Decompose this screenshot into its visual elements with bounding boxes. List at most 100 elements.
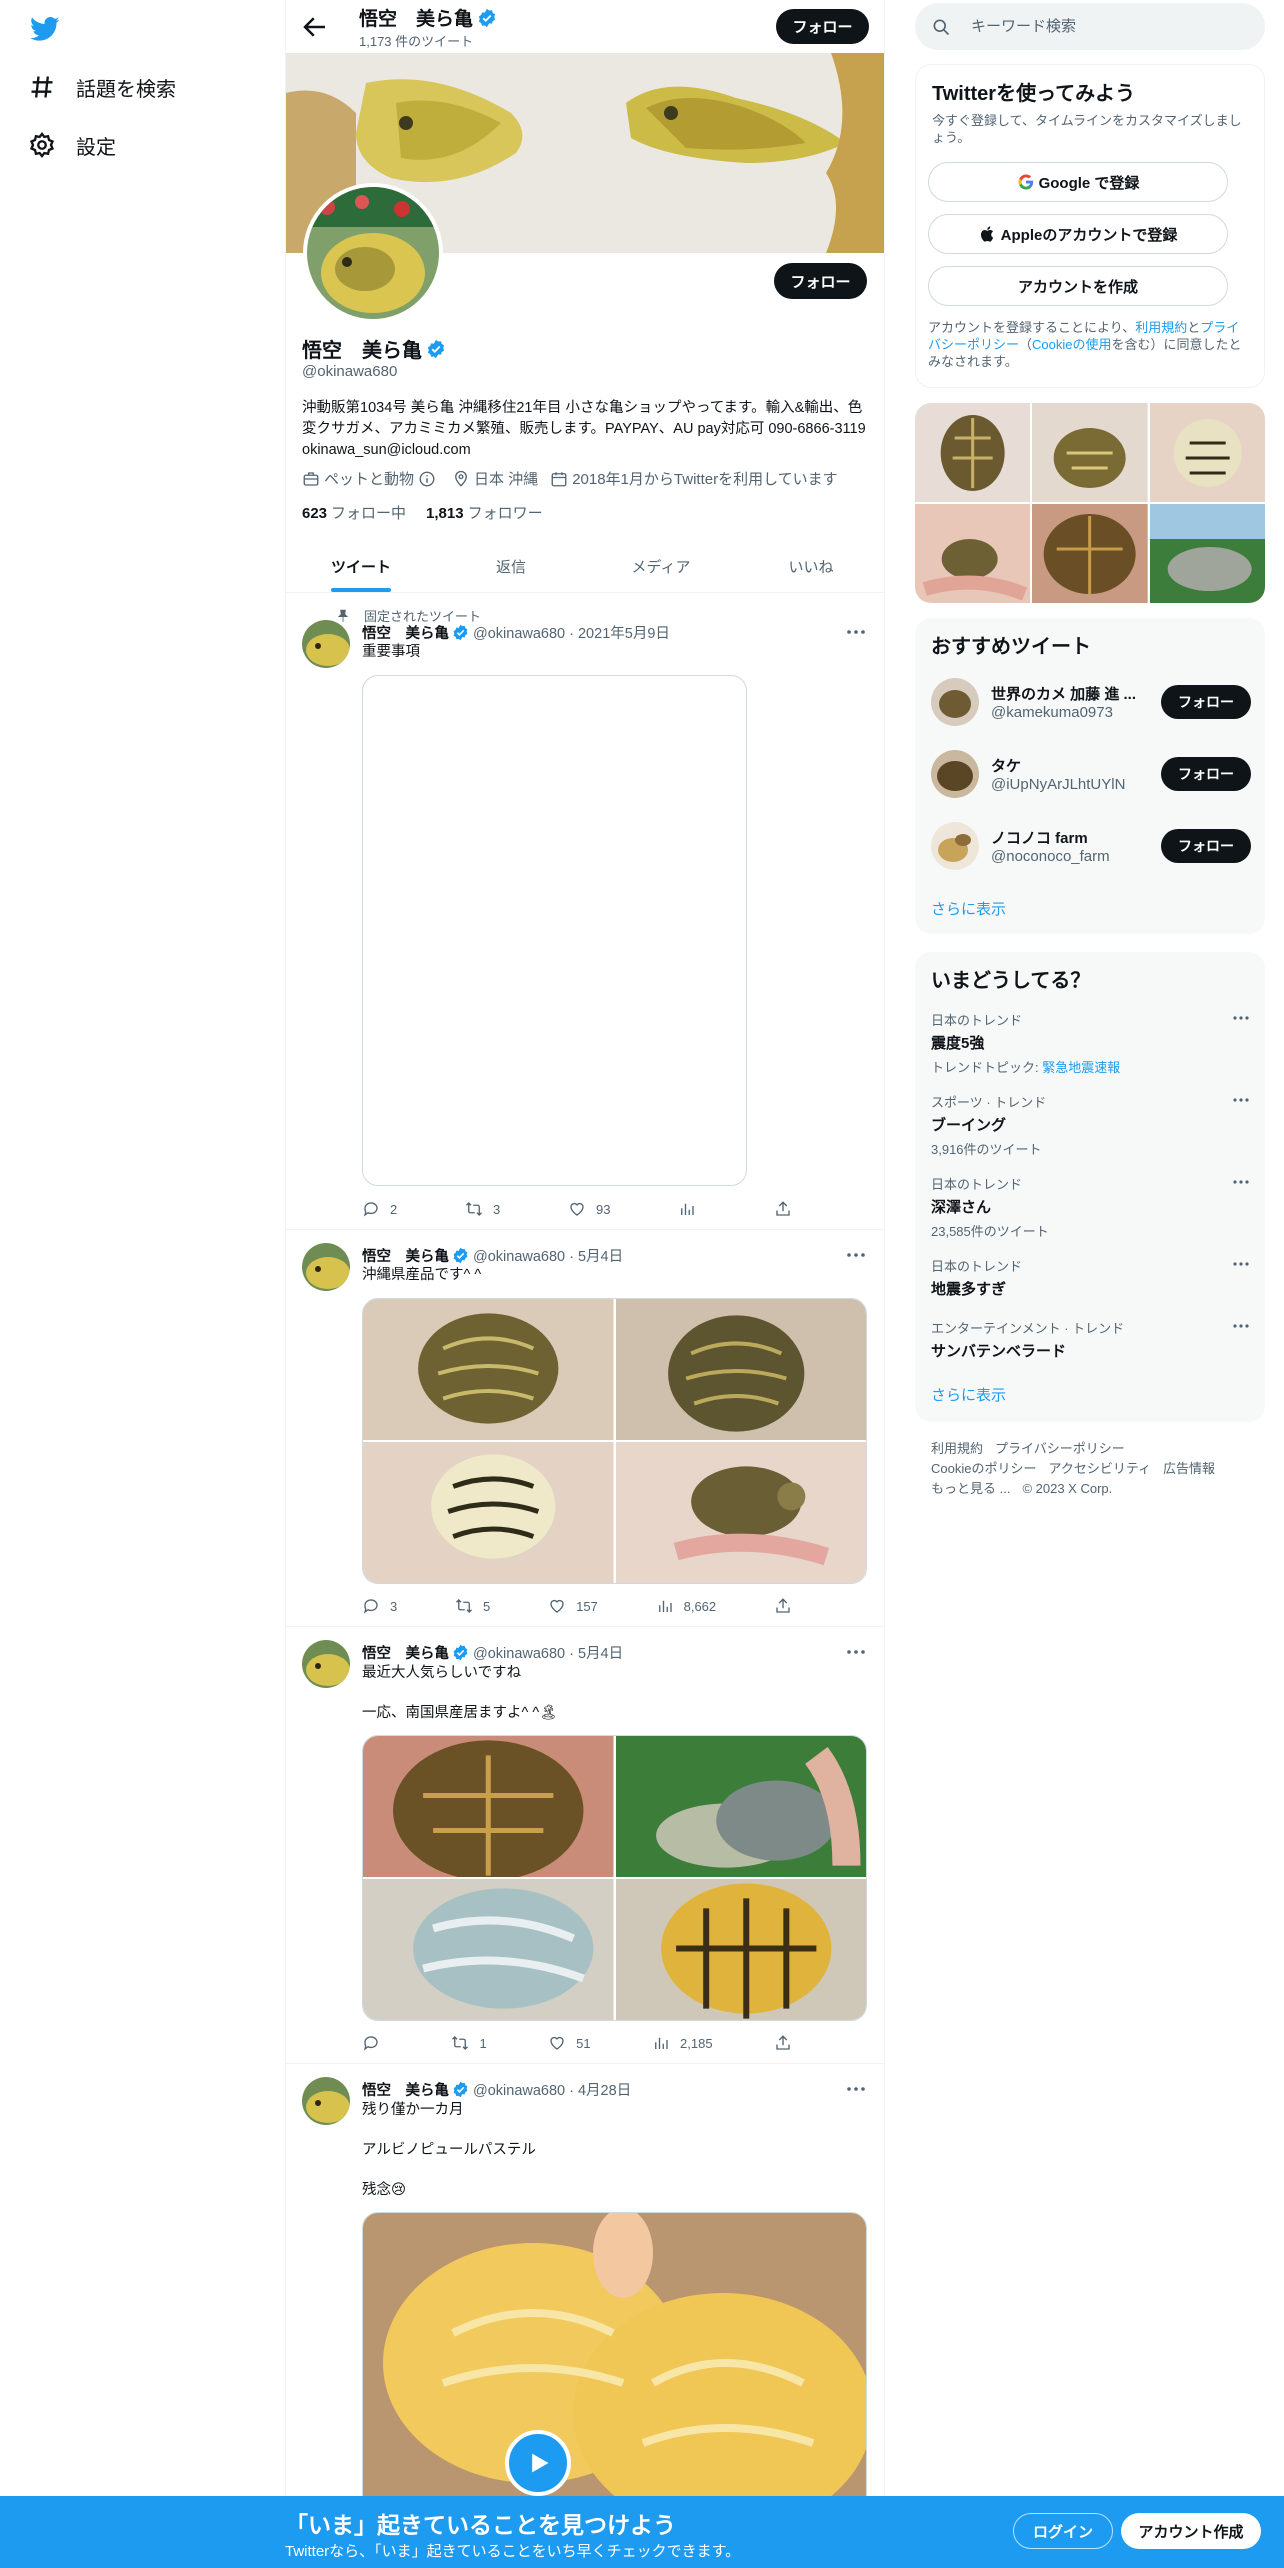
photo-thumbnail[interactable] (1032, 504, 1148, 603)
tweet-meta[interactable]: @okinawa680 · 5月4日 (473, 1245, 623, 1266)
header-follow-button[interactable]: フォロー (776, 9, 869, 44)
tab-likes[interactable]: いいね (736, 540, 884, 592)
trend-item[interactable]: 日本のトレンド 震度5強 トレンドトピック: 緊急地震速報 (931, 1010, 1251, 1076)
login-button[interactable]: ログイン (1013, 2513, 1113, 2549)
nav-settings[interactable]: 設定 (28, 125, 116, 165)
tab-tweets[interactable]: ツイート (286, 540, 436, 592)
follow-button[interactable]: フォロー (774, 263, 867, 299)
photo-thumbnail[interactable] (1149, 403, 1265, 502)
retweet-button[interactable]: 3 (465, 1200, 500, 1218)
signup-button[interactable]: アカウント作成 (1121, 2513, 1261, 2549)
search-input[interactable] (971, 18, 1231, 35)
tweet-avatar[interactable] (302, 620, 350, 668)
footer-cookie-link[interactable]: Cookieのポリシー (931, 1461, 1036, 1476)
tweet-embed-card[interactable] (362, 675, 747, 1186)
more-options-icon[interactable] (1231, 1092, 1251, 1108)
tweet-meta[interactable]: @okinawa680 · 2021年5月9日 (473, 622, 670, 643)
profile-avatar[interactable] (303, 183, 443, 323)
tweet-photo[interactable] (615, 1442, 866, 1583)
trend-topic-link[interactable]: 緊急地震速報 (1042, 1060, 1120, 1075)
views-button[interactable]: 2,185 (652, 2034, 713, 2052)
footer-more-link[interactable]: もっと見る ... (931, 1481, 1010, 1496)
reply-button[interactable]: 3 (362, 1597, 397, 1615)
photo-thumbnail[interactable] (1032, 403, 1148, 502)
suggested-user-avatar[interactable] (931, 822, 979, 870)
search-bar[interactable] (915, 3, 1265, 50)
more-options-icon[interactable] (844, 622, 868, 642)
more-options-icon[interactable] (1231, 1010, 1251, 1026)
tweet-photo[interactable] (363, 1736, 614, 1877)
trend-item[interactable]: 日本のトレンド 深澤さん 23,585件のツイート (931, 1174, 1251, 1240)
reply-button[interactable]: 2 (362, 1200, 397, 1218)
share-button[interactable] (774, 2034, 802, 2052)
suggested-user[interactable]: タケ @iUpNyArJLhtUYlN フォロー (931, 750, 1251, 798)
followers-link[interactable]: 1,813 フォロワー (426, 502, 543, 523)
cookie-use-link[interactable]: Cookieの使用 (1032, 337, 1111, 352)
like-button[interactable]: 93 (568, 1200, 610, 1218)
suggested-user-avatar[interactable] (931, 678, 979, 726)
tweet-photo[interactable] (615, 1736, 866, 1877)
like-button[interactable]: 51 (548, 2034, 591, 2052)
views-button[interactable] (678, 1200, 706, 1218)
more-options-icon[interactable] (844, 1642, 868, 1662)
footer-ads-link[interactable]: 広告情報 (1163, 1461, 1215, 1476)
trend-item[interactable]: エンターテインメント · トレンド サンバテンベラード (931, 1318, 1251, 1361)
more-options-icon[interactable] (1231, 1174, 1251, 1190)
following-link[interactable]: 623 フォロー中 (302, 502, 406, 523)
tab-media[interactable]: メディア (586, 540, 736, 592)
trends-show-more[interactable]: さらに表示 (931, 1384, 1006, 1405)
tweet-author-name[interactable]: 悟空 美ら亀 (362, 2079, 449, 2100)
nav-explore[interactable]: 話題を検索 (28, 67, 176, 107)
footer-accessibility-link[interactable]: アクセシビリティ (1048, 1461, 1151, 1476)
tweet-author-name[interactable]: 悟空 美ら亀 (362, 1642, 449, 1663)
play-button[interactable] (505, 2430, 571, 2496)
suggested-follow-button[interactable]: フォロー (1161, 829, 1251, 863)
tweet-media-grid[interactable] (362, 1298, 867, 1584)
share-button[interactable] (774, 1597, 802, 1615)
share-button[interactable] (774, 1200, 802, 1218)
back-arrow-icon[interactable] (300, 12, 330, 42)
trend-item[interactable]: スポーツ · トレンド ブーイング 3,916件のツイート (931, 1092, 1251, 1158)
suggested-user[interactable]: 世界のカメ 加藤 進 ... @kamekuma0973 フォロー (931, 678, 1251, 726)
trend-item[interactable]: 日本のトレンド 地震多すぎ (931, 1256, 1251, 1299)
suggested-user[interactable]: ノコノコ farm @noconoco_farm フォロー (931, 822, 1251, 870)
reply-button[interactable] (362, 2034, 390, 2052)
tweet-photo[interactable] (615, 1299, 866, 1440)
footer-privacy-link[interactable]: プライバシーポリシー (995, 1441, 1125, 1456)
tweet-meta[interactable]: @okinawa680 · 4月28日 (473, 2079, 631, 2100)
suggested-follow-button[interactable]: フォロー (1161, 757, 1251, 791)
who-to-follow-show-more[interactable]: さらに表示 (931, 898, 1006, 919)
retweet-button[interactable]: 5 (455, 1597, 490, 1615)
apple-signup-button[interactable]: Appleのアカウントで登録 (928, 214, 1228, 254)
twitter-bird-icon[interactable] (28, 14, 62, 44)
tweet-photo[interactable] (615, 1879, 866, 2020)
tweet-author-name[interactable]: 悟空 美ら亀 (362, 622, 449, 643)
more-options-icon[interactable] (844, 2079, 868, 2099)
tab-replies[interactable]: 返信 (436, 540, 586, 592)
tweet-author-name[interactable]: 悟空 美ら亀 (362, 1245, 449, 1266)
info-icon[interactable] (418, 470, 436, 488)
retweet-button[interactable]: 1 (451, 2034, 487, 2052)
terms-of-service-link[interactable]: 利用規約 (1135, 320, 1187, 335)
footer-terms-link[interactable]: 利用規約 (931, 1441, 983, 1456)
views-button[interactable]: 8,662 (656, 1597, 716, 1615)
suggested-user-avatar[interactable] (931, 750, 979, 798)
like-button[interactable]: 157 (548, 1597, 598, 1615)
tweet-photo[interactable] (363, 1442, 614, 1583)
photo-thumbnail[interactable] (915, 504, 1031, 603)
tweet-avatar[interactable] (302, 2077, 350, 2125)
photo-thumbnail[interactable] (915, 403, 1031, 502)
tweet-meta[interactable]: @okinawa680 · 5月4日 (473, 1642, 623, 1663)
more-options-icon[interactable] (1231, 1318, 1251, 1334)
photo-thumbnail[interactable] (1149, 504, 1265, 603)
more-options-icon[interactable] (1231, 1256, 1251, 1272)
suggested-follow-button[interactable]: フォロー (1161, 685, 1251, 719)
tweet-avatar[interactable] (302, 1640, 350, 1688)
tweet-photo[interactable] (363, 1299, 614, 1440)
tweet-photo[interactable] (363, 1879, 614, 2020)
create-account-button[interactable]: アカウントを作成 (928, 266, 1228, 306)
google-signup-button[interactable]: Google で登録 (928, 162, 1228, 202)
tweet-media-grid[interactable] (362, 1735, 867, 2021)
more-options-icon[interactable] (844, 1245, 868, 1265)
tweet-avatar[interactable] (302, 1243, 350, 1291)
